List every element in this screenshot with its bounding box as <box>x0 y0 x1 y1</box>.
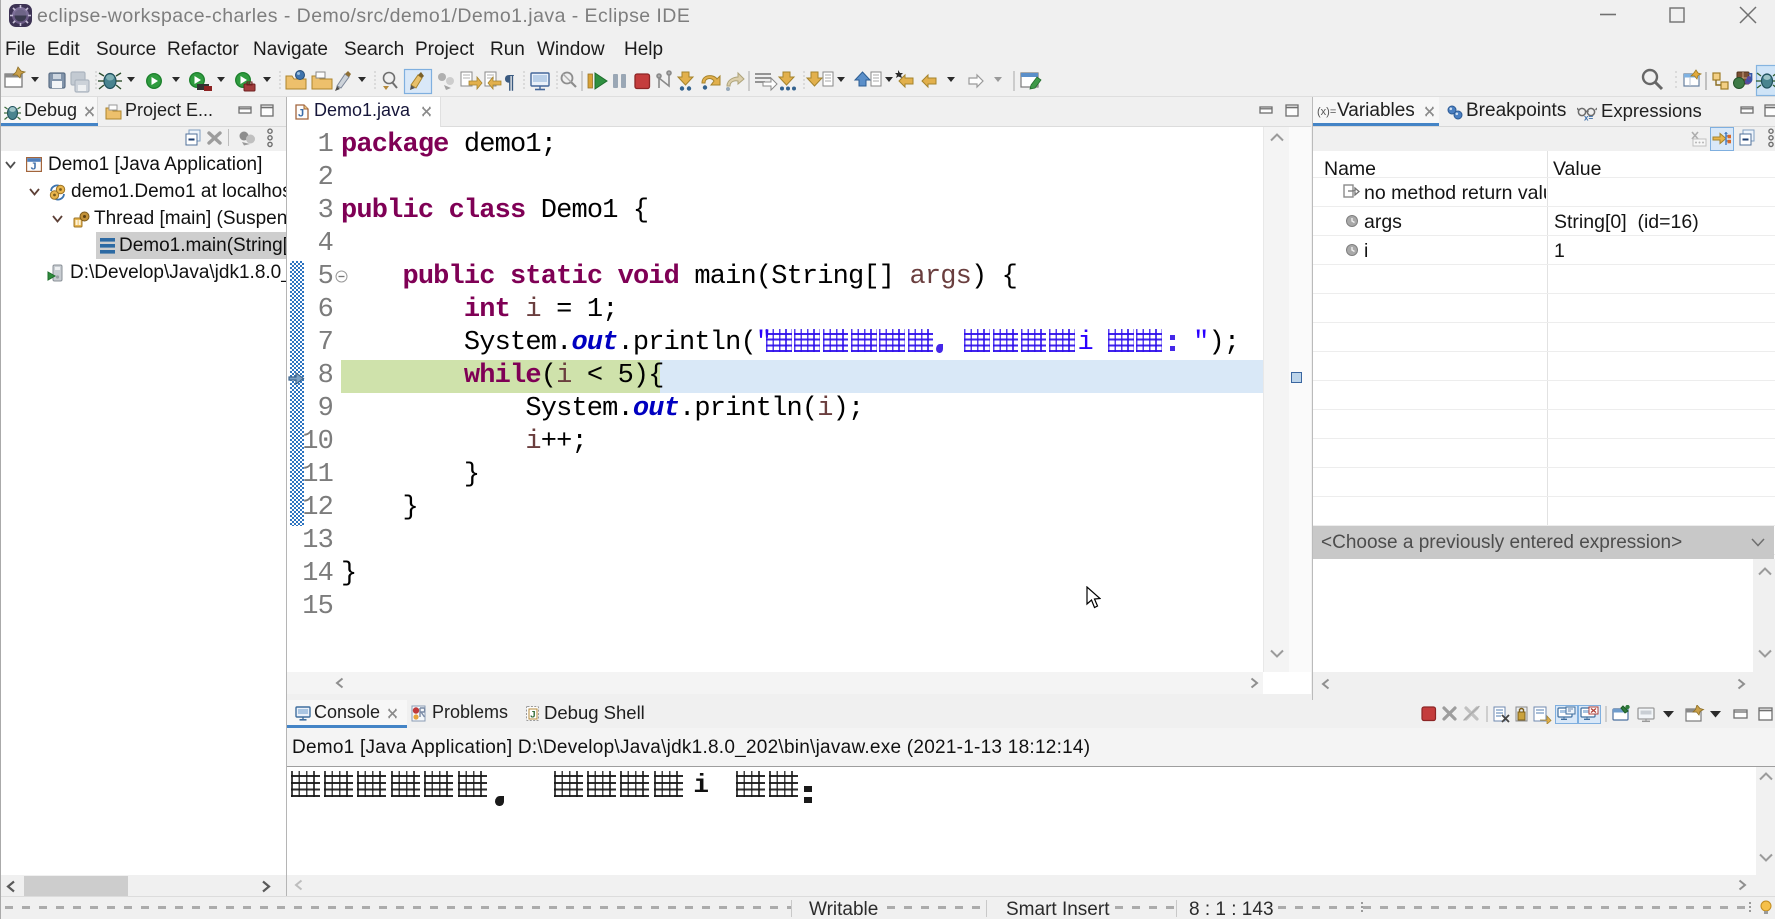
svg-text:x=: x= <box>1584 114 1593 122</box>
svg-text:J: J <box>1746 70 1753 85</box>
svg-text:J: J <box>530 710 535 721</box>
svg-text:¶: ¶ <box>504 71 515 93</box>
svg-text:J: J <box>31 161 37 173</box>
svg-text:J: J <box>298 108 304 120</box>
